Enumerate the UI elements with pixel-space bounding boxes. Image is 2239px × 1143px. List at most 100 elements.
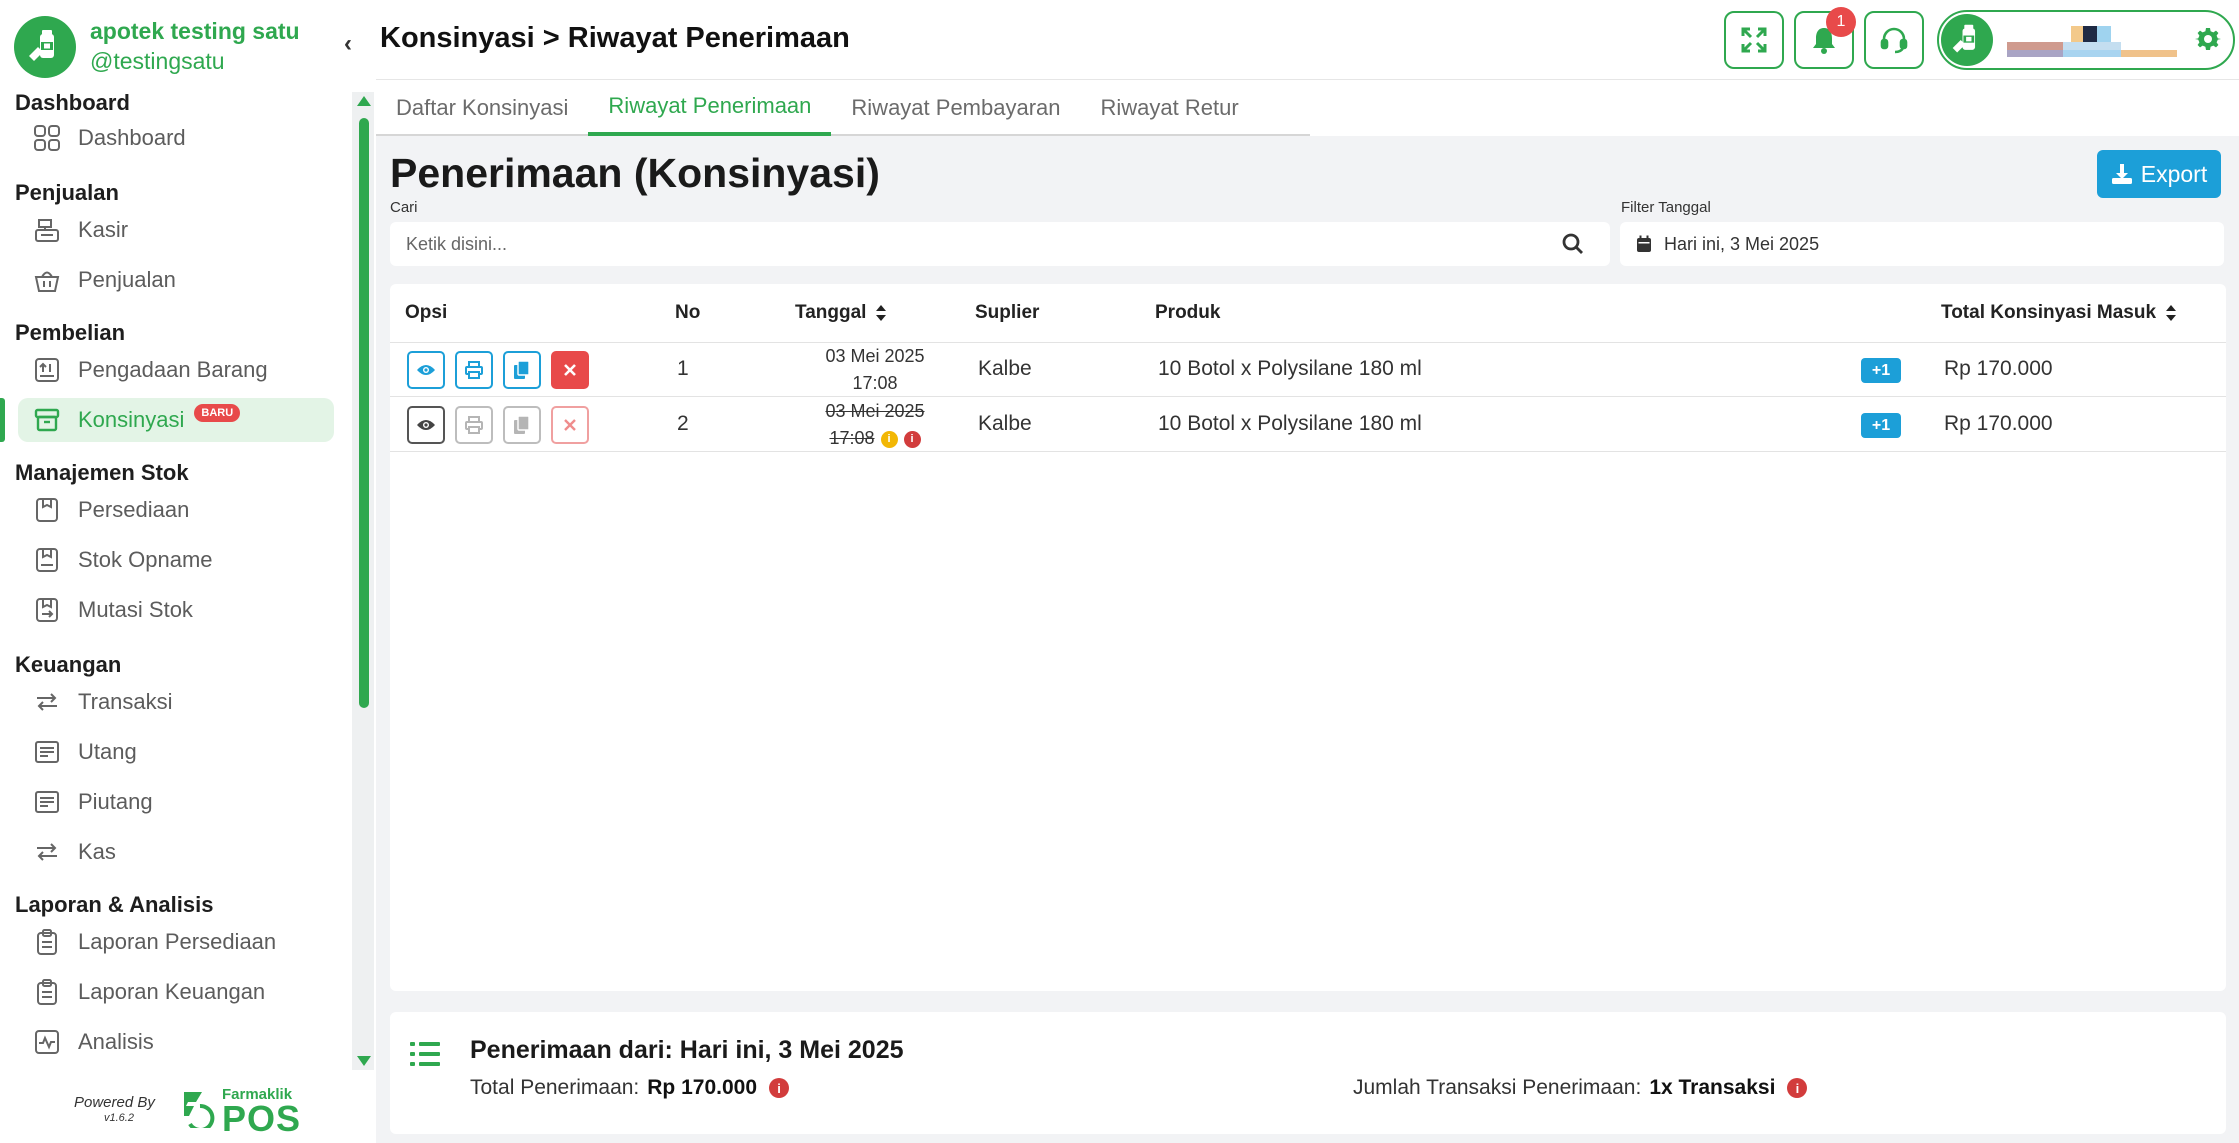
avatar xyxy=(1941,14,1993,66)
scroll-down-arrow-icon[interactable] xyxy=(357,1056,371,1066)
more-products-badge[interactable]: +1 xyxy=(1861,413,1901,438)
column-header-total[interactable]: Total Konsinyasi Masuk xyxy=(1941,302,2177,324)
summary-total: Total Penerimaan: Rp 170.000 i xyxy=(470,1076,790,1100)
user-name-redacted-image xyxy=(2007,20,2177,60)
cancel-info-icon[interactable]: i xyxy=(903,430,921,448)
row-supplier: Kalbe xyxy=(978,412,1032,435)
copy-button-disabled xyxy=(503,406,541,444)
eye-icon xyxy=(416,363,436,377)
info-icon[interactable]: i xyxy=(769,1078,790,1098)
more-products-badge[interactable]: +1 xyxy=(1861,358,1901,383)
copy-icon xyxy=(514,416,530,434)
summary-total-value: Rp 170.000 xyxy=(647,1076,758,1099)
fullscreen-icon xyxy=(1740,26,1768,54)
row-supplier: Kalbe xyxy=(978,357,1032,380)
sidebar-item-analisis[interactable]: Analisis xyxy=(18,1020,334,1064)
pulse-chart-icon xyxy=(32,1027,62,1057)
procurement-icon xyxy=(32,355,62,385)
sidebar-item-laporan-persediaan[interactable]: Laporan Persediaan xyxy=(18,920,334,964)
column-header-opsi: Opsi xyxy=(405,302,448,323)
info-icon[interactable]: i xyxy=(1787,1078,1808,1098)
sidebar-item-pengadaan-barang[interactable]: Pengadaan Barang xyxy=(18,348,334,392)
close-icon xyxy=(563,418,577,432)
copy-button[interactable] xyxy=(503,351,541,389)
tab-riwayat-pembayaran[interactable]: Riwayat Pembayaran xyxy=(831,80,1080,136)
row-actions xyxy=(407,351,589,389)
transfer-arrows-icon xyxy=(32,837,62,867)
sidebar-item-label: Kasir xyxy=(78,217,129,242)
basket-icon xyxy=(32,265,62,295)
sidebar-item-penjualan[interactable]: Penjualan xyxy=(18,258,334,302)
scrollbar-thumb[interactable] xyxy=(359,118,369,708)
sidebar-menu: Dashboard Dashboard Penjualan Kasir Penj… xyxy=(0,86,352,1076)
view-button[interactable] xyxy=(407,406,445,444)
cancel-button-disabled xyxy=(551,406,589,444)
sidebar-item-mutasi-stok[interactable]: Mutasi Stok xyxy=(18,588,334,632)
support-button[interactable] xyxy=(1864,11,1924,69)
ledger-icon xyxy=(32,737,62,767)
row-product: 10 Botol x Polysilane 180 ml xyxy=(1158,357,1422,380)
search-icon[interactable] xyxy=(1562,233,1584,255)
collapse-sidebar-button[interactable]: ‹ xyxy=(344,30,352,58)
pharmacy-name: apotek testing satu xyxy=(90,18,300,44)
new-badge: BARU xyxy=(194,404,241,422)
page-title: Konsinyasi > Riwayat Penerimaan xyxy=(380,22,850,54)
eye-icon xyxy=(416,418,436,432)
warning-info-icon[interactable]: i xyxy=(880,430,898,448)
sort-icon[interactable] xyxy=(876,305,887,321)
section-title-laporan-analisis: Laporan & Analisis xyxy=(15,892,214,917)
printer-icon xyxy=(465,416,483,434)
row-product: 10 Botol x Polysilane 180 ml xyxy=(1158,412,1422,435)
search-input[interactable] xyxy=(406,222,1526,266)
row-no: 2 xyxy=(677,412,689,435)
tab-daftar-konsinyasi[interactable]: Daftar Konsinyasi xyxy=(376,80,588,136)
sidebar-scrollbar[interactable] xyxy=(352,92,374,1070)
sidebar-item-piutang[interactable]: Piutang xyxy=(18,780,334,824)
sidebar-item-label: Dashboard xyxy=(78,125,186,150)
tab-riwayat-penerimaan[interactable]: Riwayat Penerimaan xyxy=(588,80,832,136)
sidebar-item-label: Pengadaan Barang xyxy=(78,357,268,382)
search-field[interactable] xyxy=(390,222,1610,266)
user-profile-menu[interactable] xyxy=(1937,10,2235,70)
table-row: 1 03 Mei 2025 17:08 Kalbe 10 Botol x Pol… xyxy=(390,343,2226,397)
section-title-pembelian: Pembelian xyxy=(15,320,126,345)
view-button[interactable] xyxy=(407,351,445,389)
sidebar-item-laporan-keuangan[interactable]: Laporan Keuangan xyxy=(18,970,334,1014)
sidebar-item-dashboard[interactable]: Dashboard xyxy=(18,116,334,160)
column-header-suplier: Suplier xyxy=(975,302,1040,323)
sidebar-item-utang[interactable]: Utang xyxy=(18,730,334,774)
sidebar-item-kas[interactable]: Kas xyxy=(18,830,334,874)
tab-riwayat-retur[interactable]: Riwayat Retur xyxy=(1081,80,1259,136)
row-total: Rp 170.000 xyxy=(1944,357,2053,380)
cancel-button[interactable] xyxy=(551,351,589,389)
cash-register-icon xyxy=(32,215,62,245)
list-icon xyxy=(410,1042,440,1066)
export-button[interactable]: Export xyxy=(2097,150,2221,198)
sidebar-item-konsinyasi[interactable]: Konsinyasi BARU xyxy=(18,398,334,442)
print-button[interactable] xyxy=(455,351,493,389)
summary-count: Jumlah Transaksi Penerimaan: 1x Transaksi… xyxy=(1353,1076,1808,1100)
sidebar-item-kasir[interactable]: Kasir xyxy=(18,208,334,252)
date-filter-field[interactable]: Hari ini, 3 Mei 2025 xyxy=(1620,222,2224,266)
grid-icon xyxy=(32,123,62,153)
app-version: v1.6.2 xyxy=(104,1112,134,1124)
sidebar-item-stok-opname[interactable]: Stok Opname xyxy=(18,538,334,582)
stock-mutation-icon xyxy=(32,595,62,625)
notifications-button[interactable]: 1 xyxy=(1794,7,1856,69)
sidebar-item-persediaan[interactable]: Persediaan xyxy=(18,488,334,532)
gear-icon[interactable] xyxy=(2195,26,2221,52)
brand-block[interactable]: apotek testing satu @testingsatu xyxy=(14,14,354,78)
section-title-penjualan: Penjualan xyxy=(15,180,119,205)
date-filter-value: Hari ini, 3 Mei 2025 xyxy=(1664,234,1820,254)
top-header: Konsinyasi > Riwayat Penerimaan 1 xyxy=(376,0,2239,80)
scroll-up-arrow-icon[interactable] xyxy=(357,96,371,106)
sort-icon[interactable] xyxy=(2166,305,2177,321)
fullscreen-button[interactable] xyxy=(1724,11,1784,69)
ledger-icon xyxy=(32,787,62,817)
clipboard-icon xyxy=(32,927,62,957)
export-label: Export xyxy=(2140,160,2208,187)
sidebar-item-transaksi[interactable]: Transaksi xyxy=(18,680,334,724)
sidebar-item-label: Laporan Keuangan xyxy=(78,979,266,1004)
inventory-icon xyxy=(32,495,62,525)
column-header-tanggal[interactable]: Tanggal xyxy=(795,302,887,324)
